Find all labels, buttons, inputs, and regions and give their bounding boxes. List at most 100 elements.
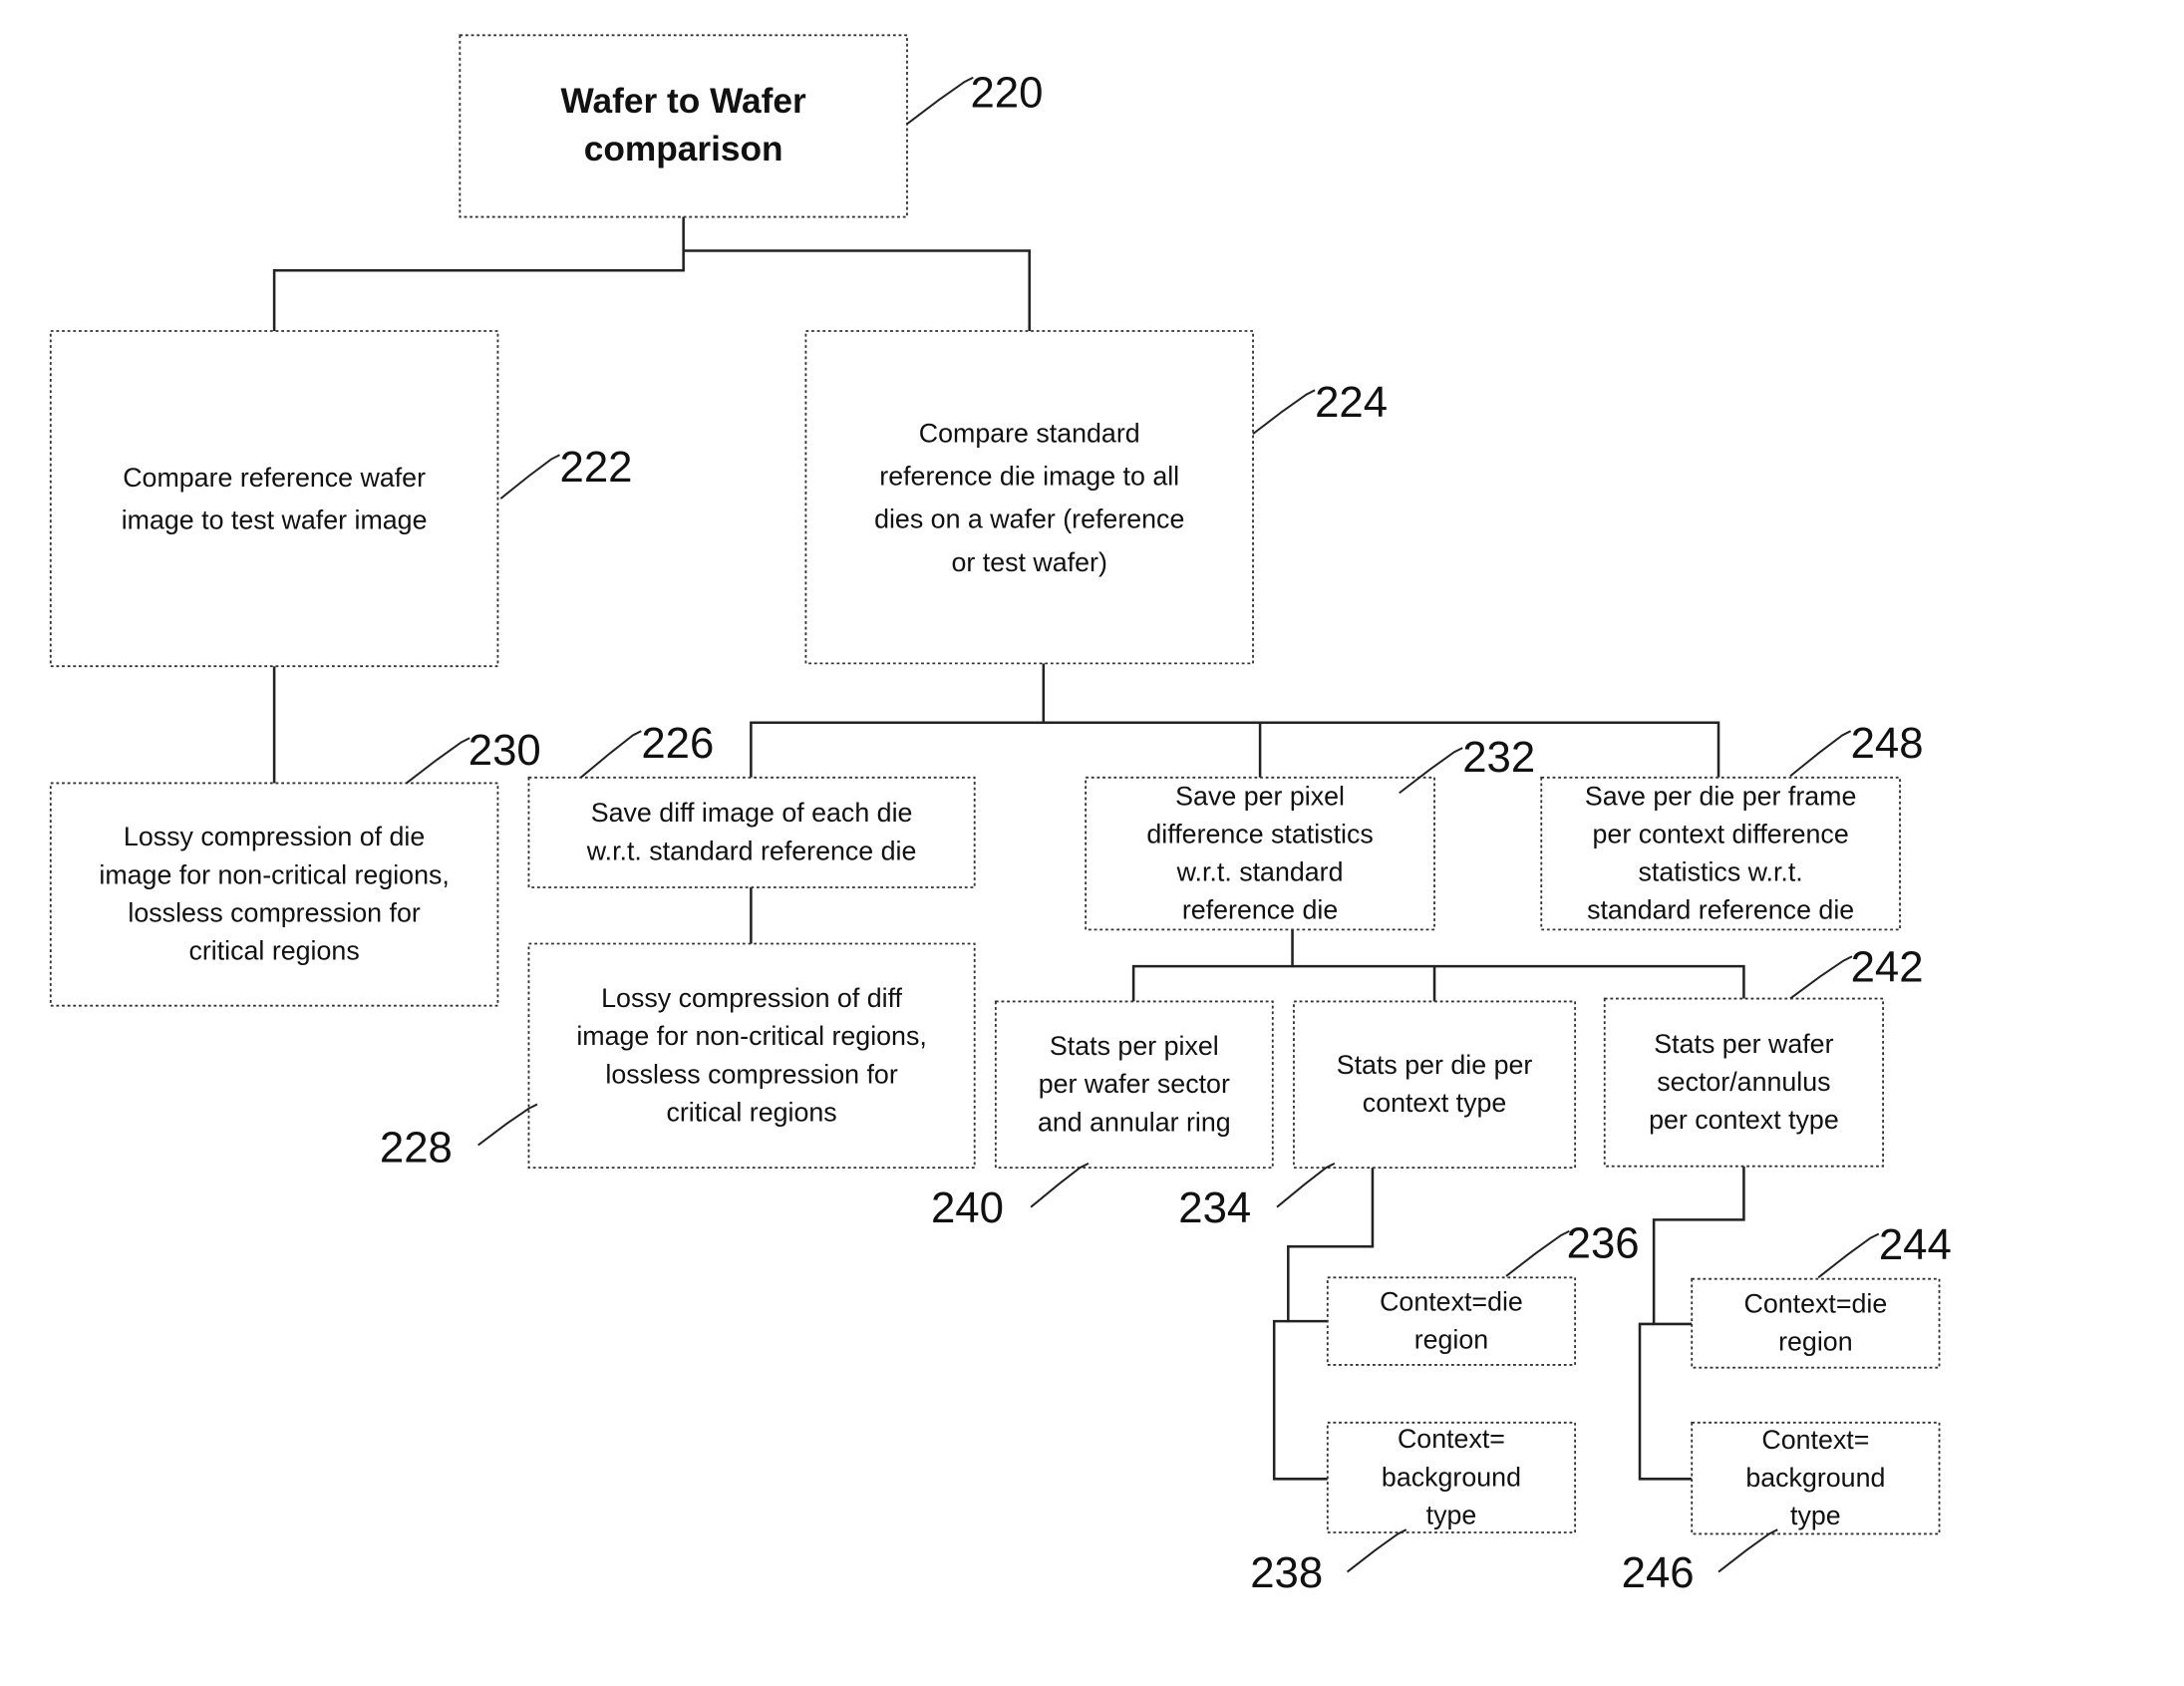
node-label-line: Context=die	[1380, 1286, 1523, 1316]
node-label-line: Wafer to Wafer	[561, 82, 806, 121]
reference-numeral: 244	[1879, 1220, 1952, 1269]
connector-line	[1292, 964, 1745, 999]
leader-line	[1789, 955, 1853, 1000]
node-label-line: context type	[1363, 1088, 1506, 1118]
node-label-line: per context difference	[1593, 819, 1849, 848]
connector-line	[1638, 1322, 1693, 1481]
node-label-line: type	[1426, 1500, 1477, 1529]
leader-line	[1789, 730, 1852, 778]
node-label-line: comparison	[584, 130, 783, 169]
leader-line	[1030, 1163, 1090, 1208]
node-226: Save diff image of each die w.r.t. standa…	[527, 776, 976, 888]
node-220: Wafer to Wafer comparison	[459, 34, 908, 218]
node-230: Lossy compression of die image for non-cr…	[49, 782, 499, 1007]
node-label-line: Lossy compression of diff	[601, 983, 902, 1013]
leader-line	[1505, 1229, 1570, 1277]
node-label-line: reference die	[1182, 895, 1338, 925]
leader-line	[1817, 1232, 1880, 1279]
node-label-line: or test wafer)	[952, 547, 1107, 577]
node-248: Save per die per frame per context differ…	[1540, 776, 1901, 931]
leader-line	[499, 454, 560, 500]
node-label-line: Save per pixel	[1175, 781, 1345, 811]
node-246: Context= background type	[1691, 1421, 1941, 1535]
reference-numeral: 224	[1315, 378, 1388, 427]
node-label-line: Save per die per frame	[1585, 781, 1857, 811]
reference-numeral: 246	[1622, 1548, 1695, 1597]
diagram-canvas: Wafer to Wafer comparison Compare referenc…	[49, 34, 1952, 1597]
reference-numeral: 228	[380, 1123, 453, 1172]
node-242: Stats per wafer sector/annulus per context…	[1603, 997, 1885, 1168]
connector-line	[750, 663, 1046, 778]
node-244: Context=die region	[1691, 1277, 1941, 1369]
node-240: Stats per pixel per wafer sector and annul…	[994, 1000, 1274, 1170]
node-label-line: and annular ring	[1038, 1107, 1231, 1137]
reference-numeral: 248	[1851, 719, 1924, 768]
node-label-line: Context=	[1761, 1425, 1869, 1455]
node-label-line: Stats per pixel	[1050, 1031, 1219, 1061]
node-box	[527, 942, 976, 1170]
node-238: Context= background type	[1326, 1421, 1577, 1533]
connector-line	[1043, 721, 1720, 778]
leader-line	[1346, 1528, 1407, 1573]
nodes: Wafer to Wafer comparison Compare referenc…	[49, 34, 1941, 1535]
connector-line	[683, 249, 1031, 331]
leader-line	[406, 737, 470, 785]
node-236: Context=die region	[1326, 1276, 1577, 1366]
node-222: Compare reference wafer image to test waf…	[49, 330, 499, 668]
node-label-line: background	[1382, 1462, 1521, 1492]
node-label-line: dies on a wafer (reference	[874, 505, 1184, 534]
node-label-line: region	[1778, 1327, 1852, 1357]
node-label-line: critical regions	[188, 936, 359, 966]
node-label-line: background	[1745, 1463, 1885, 1493]
leader-line	[1252, 389, 1316, 435]
connector-line	[1272, 1319, 1328, 1481]
node-box	[1293, 1000, 1577, 1170]
node-label-line: standard reference die	[1587, 895, 1854, 925]
node-232: Save per pixel difference statistics w.r.t…	[1085, 776, 1435, 931]
node-box	[804, 330, 1254, 665]
node-label-line: statistics w.r.t.	[1638, 857, 1802, 887]
node-label-line: per wafer sector	[1039, 1069, 1230, 1099]
leader-line	[906, 76, 974, 126]
reference-numeral: 238	[1250, 1548, 1323, 1597]
reference-numeral: 236	[1567, 1219, 1640, 1268]
node-label-line: w.r.t. standard reference die	[586, 836, 917, 865]
reference-numeral: 232	[1462, 733, 1535, 782]
node-label-line: Compare reference wafer	[123, 463, 426, 493]
node-label-line: Compare standard	[919, 419, 1140, 449]
node-label-line: Save diff image of each die	[591, 798, 913, 828]
node-label-line: image for non-critical regions,	[99, 859, 449, 889]
node-label-line: region	[1414, 1325, 1488, 1355]
reference-numeral: 234	[1178, 1183, 1251, 1232]
node-label-line: Lossy compression of die	[124, 822, 425, 851]
node-label-line: image to test wafer image	[122, 506, 428, 535]
connector-line	[1131, 929, 1294, 1002]
node-label-line: per context type	[1649, 1105, 1839, 1135]
node-label-line: reference die image to all	[879, 462, 1179, 492]
node-box	[527, 776, 976, 888]
leader-line	[1276, 1163, 1336, 1208]
node-234: Stats per die per context type	[1293, 1000, 1577, 1170]
node-label-line: lossless compression for	[128, 898, 420, 928]
connector-line	[272, 216, 685, 331]
node-label-line: Stats per die per	[1337, 1050, 1533, 1080]
node-box	[49, 330, 499, 668]
leader-line	[1717, 1528, 1778, 1573]
reference-numeral: 230	[468, 726, 541, 775]
node-label-line: w.r.t. standard	[1176, 857, 1344, 887]
node-label-line: lossless compression for	[605, 1059, 897, 1089]
reference-numeral: 242	[1851, 943, 1924, 992]
reference-numeral: 226	[641, 719, 714, 768]
node-label-line: Context=die	[1743, 1289, 1887, 1319]
node-label-line: Stats per wafer	[1654, 1029, 1833, 1059]
reference-numeral: 240	[931, 1183, 1004, 1232]
node-224: Compare standard reference die image to a…	[804, 330, 1254, 665]
node-label-line: difference statistics	[1146, 819, 1373, 848]
node-label-line: type	[1790, 1501, 1841, 1530]
node-label-line: image for non-critical regions,	[576, 1021, 926, 1051]
leader-line	[580, 730, 642, 779]
node-label-line: Context=	[1398, 1424, 1505, 1454]
node-box	[49, 782, 499, 1007]
node-label-line: critical regions	[666, 1097, 836, 1127]
reference-numeral: 220	[970, 68, 1043, 117]
